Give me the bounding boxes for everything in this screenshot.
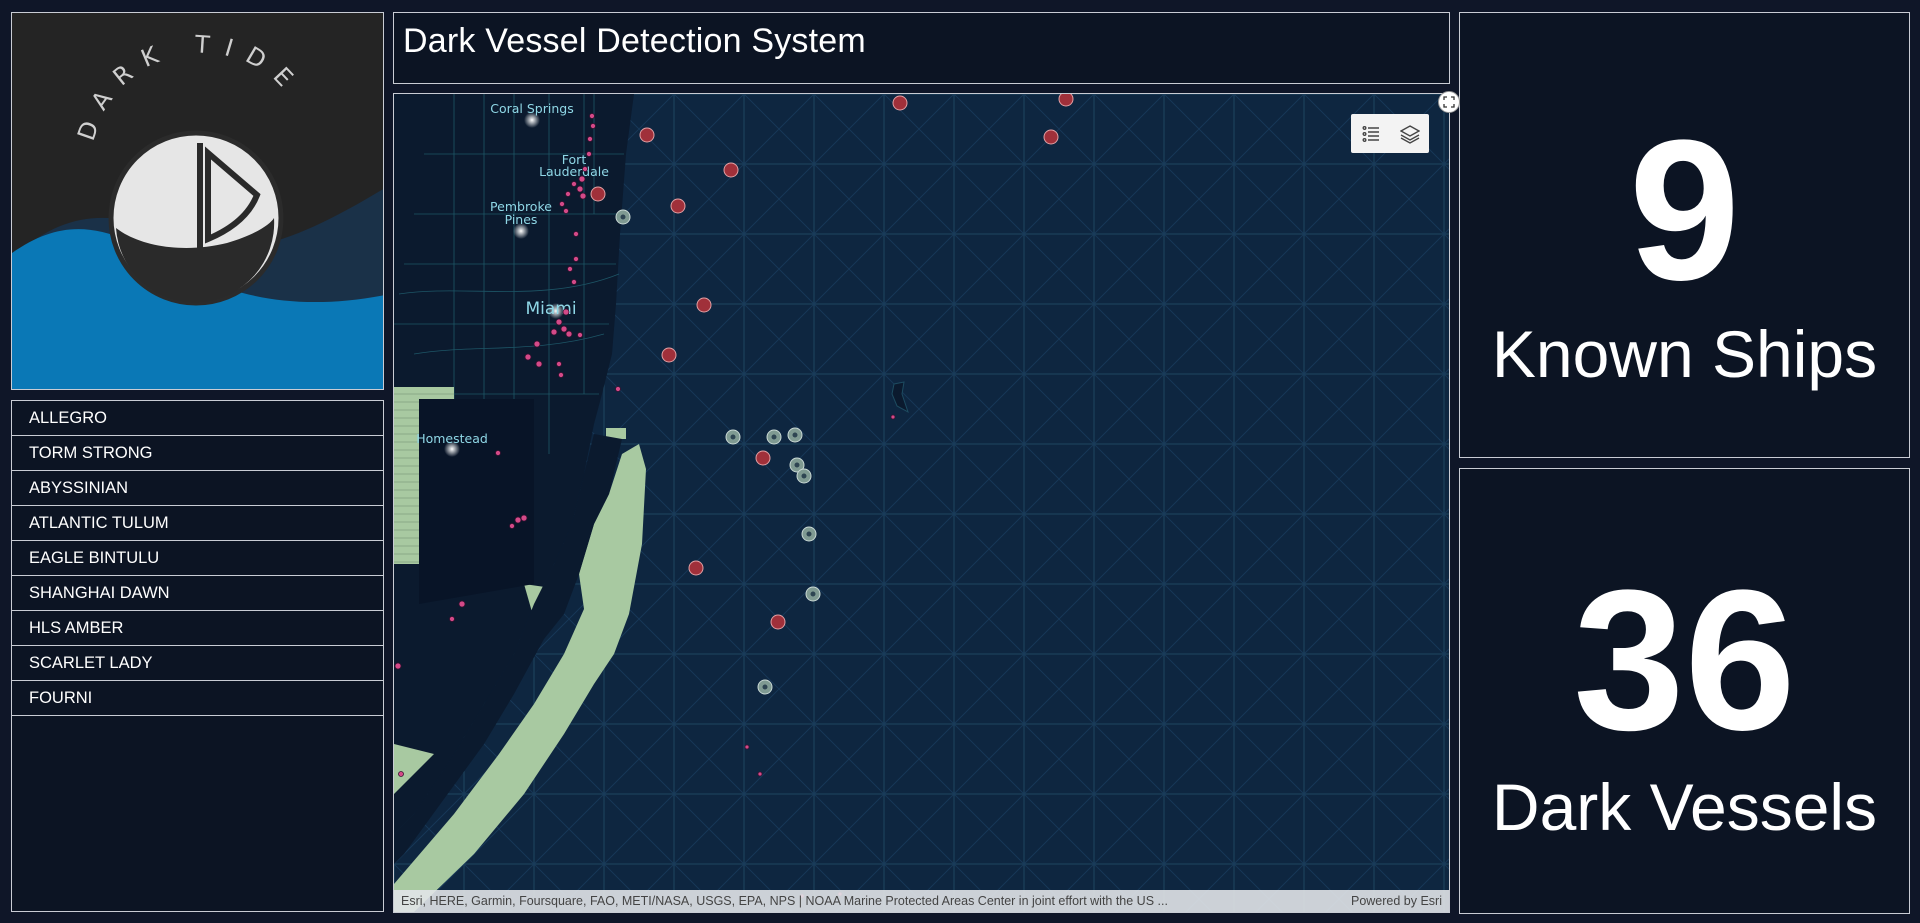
map-attribution: Esri, HERE, Garmin, Foursquare, FAO, MET…	[394, 890, 1449, 912]
svg-text:Pines: Pines	[505, 212, 538, 227]
powered-by-esri[interactable]: Powered by Esri	[1351, 890, 1442, 912]
attribution-text[interactable]: Esri, HERE, Garmin, Foursquare, FAO, MET…	[401, 890, 1168, 912]
legend-list-icon[interactable]	[1351, 114, 1390, 153]
city-label: Miami	[525, 299, 576, 319]
ship-list-item[interactable]: ATLANTIC TULUM	[12, 506, 383, 541]
ship-list: ALLEGRO TORM STRONG ABYSSINIAN ATLANTIC …	[11, 400, 384, 912]
map-canvas[interactable]: Coral Springs Fort Lauderdale Pembroke P…	[394, 94, 1449, 912]
known-ships-count: 9	[1628, 99, 1741, 322]
ship-list-item[interactable]: SCARLET LADY	[12, 646, 383, 681]
known-ships-card: 9 Known Ships	[1459, 12, 1910, 458]
ship-list-item[interactable]: SHANGHAI DAWN	[12, 576, 383, 611]
logo-panel: DARK TIDE	[11, 12, 384, 390]
ship-list-item[interactable]: FOURNI	[12, 681, 383, 716]
map-view[interactable]: Coral Springs Fort Lauderdale Pembroke P…	[393, 93, 1450, 913]
dark-vessels-card: 36 Dark Vessels	[1459, 468, 1910, 914]
ship-list-item[interactable]: ALLEGRO	[12, 401, 383, 436]
city-label: Homestead	[416, 431, 488, 446]
ship-list-item[interactable]: HLS AMBER	[12, 611, 383, 646]
title-panel: Dark Vessel Detection System	[393, 12, 1450, 84]
ship-list-item[interactable]: EAGLE BINTULU	[12, 541, 383, 576]
page-title: Dark Vessel Detection System	[403, 22, 866, 60]
layers-icon[interactable]	[1390, 114, 1429, 153]
expand-icon[interactable]	[1438, 91, 1460, 113]
dark-vessels-count: 36	[1573, 549, 1796, 772]
dark-tide-logo: DARK TIDE	[12, 13, 383, 389]
svg-text:Lauderdale: Lauderdale	[539, 164, 609, 179]
city-label: Coral Springs	[490, 101, 573, 116]
known-ships-label: Known Ships	[1491, 317, 1878, 391]
map-toolbar	[1351, 114, 1429, 153]
dark-vessels-label: Dark Vessels	[1491, 770, 1878, 844]
ship-list-item[interactable]: ABYSSINIAN	[12, 471, 383, 506]
ship-list-item[interactable]: TORM STRONG	[12, 436, 383, 471]
